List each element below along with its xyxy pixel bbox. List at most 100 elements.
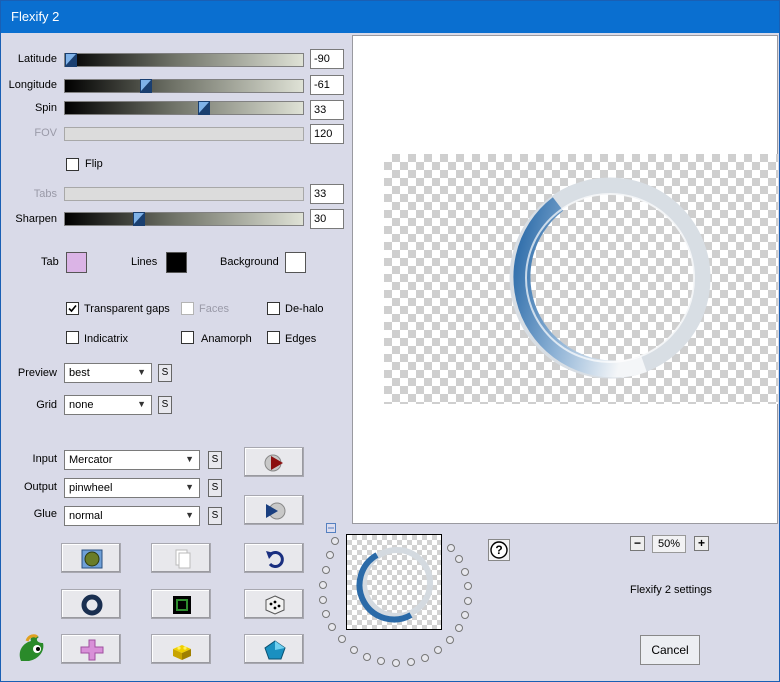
help-label: ? <box>495 543 503 557</box>
de-halo-checkbox[interactable] <box>267 302 280 315</box>
faces-label: Faces <box>199 303 229 315</box>
nav-dot[interactable] <box>338 635 346 643</box>
ring-preview-image <box>509 177 711 379</box>
longitude-value[interactable]: -61 <box>310 75 344 95</box>
ring-shape-button[interactable] <box>61 589 121 619</box>
nav-dot[interactable] <box>464 597 472 605</box>
input-select-value: Mercator <box>69 454 113 466</box>
output-preview-button[interactable] <box>244 495 304 525</box>
nav-dot[interactable] <box>455 624 463 632</box>
preview-select-value: best <box>69 367 90 379</box>
flip-label: Flip <box>85 158 103 170</box>
anamorph-checkbox[interactable] <box>181 331 194 344</box>
copy-button[interactable] <box>151 543 211 573</box>
chevron-down-icon: ▼ <box>185 454 194 464</box>
transparent-gaps-checkbox[interactable] <box>66 302 79 315</box>
load-image-button[interactable] <box>61 543 121 573</box>
cross-shape-button[interactable] <box>61 634 121 664</box>
zoom-out-button[interactable]: − <box>630 536 645 551</box>
latitude-slider-thumb[interactable] <box>65 53 77 67</box>
nav-dot[interactable] <box>331 537 339 545</box>
nav-dot[interactable] <box>326 551 334 559</box>
random-button[interactable] <box>244 589 304 619</box>
undo-icon <box>266 551 284 568</box>
nav-dot[interactable] <box>363 653 371 661</box>
nav-dot[interactable] <box>322 610 330 618</box>
chevron-down-icon: ▼ <box>185 482 194 492</box>
sharpen-value[interactable]: 30 <box>310 209 344 229</box>
thumbnail-navigator[interactable] <box>346 534 442 630</box>
preview-select[interactable]: best ▼ <box>64 363 152 383</box>
glue-select-value: normal <box>69 510 103 522</box>
nav-dot[interactable] <box>446 636 454 644</box>
spin-slider[interactable] <box>64 101 304 115</box>
nav-dot[interactable] <box>447 544 455 552</box>
background-color-label: Background <box>220 256 279 268</box>
brick-shape-button[interactable] <box>151 634 211 664</box>
preview-s-button[interactable]: S <box>158 364 172 382</box>
faces-checkbox <box>181 302 194 315</box>
background-color-swatch[interactable] <box>285 252 306 273</box>
latitude-slider[interactable] <box>64 53 304 67</box>
nav-dot[interactable] <box>421 654 429 662</box>
nav-dot[interactable] <box>319 596 327 604</box>
anamorph-label: Anamorph <box>201 333 252 345</box>
output-s-button[interactable]: S <box>208 479 222 497</box>
spin-slider-thumb[interactable] <box>198 101 210 115</box>
nav-dot[interactable] <box>464 582 472 590</box>
flip-checkbox[interactable] <box>66 158 79 171</box>
nav-dot[interactable] <box>319 581 327 589</box>
output-select[interactable]: pinwheel ▼ <box>64 478 200 498</box>
nav-dot[interactable] <box>455 555 463 563</box>
edges-checkbox[interactable] <box>267 331 280 344</box>
input-select[interactable]: Mercator ▼ <box>64 450 200 470</box>
tabs-value[interactable]: 33 <box>310 184 344 204</box>
nav-dot[interactable] <box>322 566 330 574</box>
frame-shape-button[interactable] <box>151 589 211 619</box>
nav-dot[interactable] <box>350 646 358 654</box>
navigator-menu-icon[interactable] <box>326 523 336 536</box>
nav-dot[interactable] <box>407 658 415 666</box>
nav-dot[interactable] <box>461 611 469 619</box>
pentagon-icon <box>264 640 286 660</box>
nav-dot[interactable] <box>377 657 385 665</box>
zoom-level: 50% <box>652 535 686 553</box>
longitude-slider-thumb[interactable] <box>140 79 152 93</box>
pentagon-shape-button[interactable] <box>244 634 304 664</box>
glue-select[interactable]: normal ▼ <box>64 506 200 526</box>
cancel-button[interactable]: Cancel <box>640 635 700 665</box>
nav-dot[interactable] <box>392 659 400 667</box>
glue-s-button[interactable]: S <box>208 507 222 525</box>
ring-icon <box>81 594 103 616</box>
output-label: Output <box>23 481 57 493</box>
indicatrix-checkbox[interactable] <box>66 331 79 344</box>
input-s-button[interactable]: S <box>208 451 222 469</box>
latitude-value[interactable]: -90 <box>310 49 344 69</box>
settings-label: Flexify 2 settings <box>630 584 712 596</box>
grid-s-button[interactable]: S <box>158 396 172 414</box>
sharpen-slider-thumb[interactable] <box>133 212 145 226</box>
sharpen-slider[interactable] <box>64 212 304 226</box>
fov-label: FOV <box>34 127 57 139</box>
nav-dot[interactable] <box>328 623 336 631</box>
latitude-label: Latitude <box>17 53 57 65</box>
input-preview-button[interactable] <box>244 447 304 477</box>
fov-value[interactable]: 120 <box>310 124 344 144</box>
grid-select[interactable]: none ▼ <box>64 395 152 415</box>
longitude-slider[interactable] <box>64 79 304 93</box>
spin-value[interactable]: 33 <box>310 100 344 120</box>
undo-button[interactable] <box>244 543 304 573</box>
globe-image-icon <box>81 549 103 569</box>
spin-label: Spin <box>34 102 57 114</box>
brick-icon <box>173 645 191 660</box>
help-button[interactable]: ? <box>488 539 510 561</box>
play-output-icon <box>266 502 286 520</box>
lines-color-swatch[interactable] <box>166 252 187 273</box>
flexify-logo-icon <box>15 633 47 668</box>
nav-dot[interactable] <box>434 646 442 654</box>
de-halo-label: De-halo <box>285 303 324 315</box>
grid-select-value: none <box>69 399 94 411</box>
zoom-in-button[interactable]: + <box>694 536 709 551</box>
nav-dot[interactable] <box>461 568 469 576</box>
tab-color-swatch[interactable] <box>66 252 87 273</box>
